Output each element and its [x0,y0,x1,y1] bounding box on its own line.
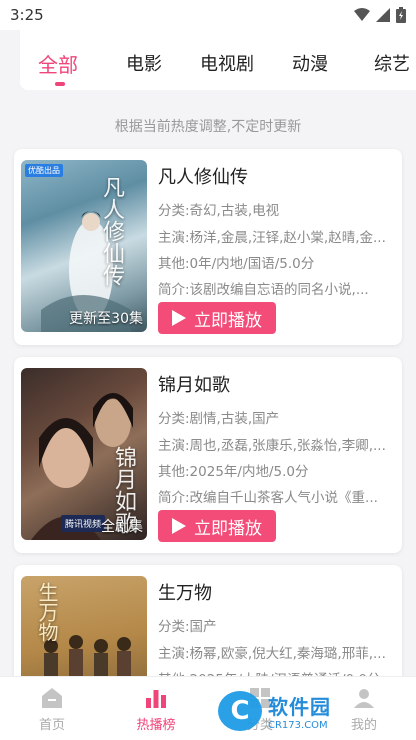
item-cast: 主演:杨洋,金晨,汪铎,赵小棠,赵晴,金... [158,230,386,246]
chart-icon [146,689,166,708]
tab-anime[interactable]: 动漫 [292,50,328,76]
play-button-label: 立即播放 [194,518,262,539]
nav-hot-chart[interactable]: 热播榜 [104,677,208,740]
battery-icon [396,7,406,23]
episode-status: 全剧集 [101,519,143,535]
poster-title-art: 凡人修仙传 [99,176,124,286]
item-intro: 简介:改编自千山茶客人气小说《重... [158,490,378,506]
update-notice: 根据当前热度调整,不定时更新 [114,119,302,135]
item-category: 分类:国产 [158,619,217,635]
play-now-button[interactable]: 立即播放 [158,302,276,334]
poster-tag: 优酷出品 [25,164,63,177]
status-icons [354,7,406,23]
play-icon [172,310,186,326]
item-title[interactable]: 锦月如歌 [158,371,230,397]
play-icon [172,518,186,534]
item-other-info: 其他:0年/内地/国语/5.0分 [158,256,315,272]
home-icon [42,687,62,708]
item-category: 分类:剧情,古装,国产 [158,411,280,427]
tab-tv-series[interactable]: 电视剧 [200,50,254,76]
signal-icon [376,8,390,22]
nav-label: 热播榜 [136,717,176,733]
poster-image[interactable]: 优酷出品 凡人修仙传 更新至30集 [21,160,147,332]
wifi-icon [354,8,370,21]
item-title[interactable]: 生万物 [158,579,212,605]
status-bar: 3:25 [0,0,416,30]
item-category: 分类:奇幻,古装,电视 [158,203,280,219]
tab-movies[interactable]: 电影 [126,50,162,76]
tab-all[interactable]: 全部 [38,49,78,78]
poster-image[interactable]: 锦月如歌 腾讯视频 全剧集 [21,368,147,540]
play-now-button[interactable]: 立即播放 [158,510,276,542]
poster-stamp: 腾讯视频 [61,515,106,532]
play-button-label: 立即播放 [194,310,262,331]
list-item[interactable]: 锦月如歌 腾讯视频 全剧集 锦月如歌 分类:剧情,古装,国产 主演:周也,丞磊,… [14,357,402,553]
category-tabs: 全部 电影 电视剧 动漫 综艺 [20,30,416,90]
status-time: 3:25 [10,6,44,24]
episode-status: 更新至30集 [69,311,143,327]
nav-label: 首页 [38,717,65,733]
watermark-logo-icon: C [218,691,262,731]
poster-title-art: 生万物 [35,582,59,642]
active-tab-indicator [55,82,65,86]
list-item[interactable]: 优酷出品 凡人修仙传 更新至30集 凡人修仙传 分类:奇幻,古装,电视 主演:杨… [14,149,402,345]
item-intro: 简介:该剧改编自忘语的同名小说,... [158,282,369,298]
nav-home[interactable]: 首页 [0,677,104,740]
tab-variety[interactable]: 综艺 [374,50,410,76]
item-title[interactable]: 凡人修仙传 [158,163,248,189]
watermark-logo: C 软件园 CR173.COM [218,688,398,734]
watermark-text: 软件园 [268,695,331,719]
item-other-info: 其他:2025年/内地/5.0分 [158,464,309,480]
item-cast: 主演:周也,丞磊,张康乐,张淼怡,李卿,... [158,438,386,454]
poster-artwork [41,211,131,332]
watermark-url: CR173.COM [268,720,328,731]
item-cast: 主演:杨幂,欧豪,倪大红,秦海璐,邢菲,... [158,646,386,662]
